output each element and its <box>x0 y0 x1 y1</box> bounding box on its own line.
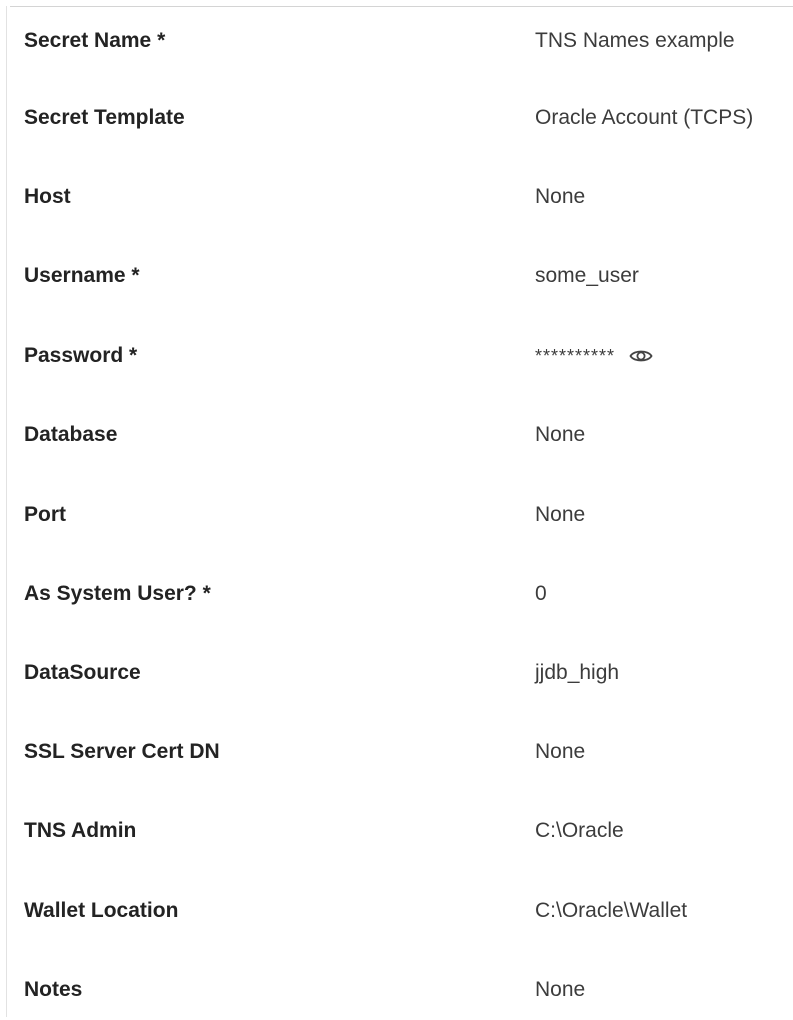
field-value-password: ********** <box>535 326 653 386</box>
field-row-datasource: DataSource jjdb_high <box>0 643 793 703</box>
field-label-ssl-server-cert-dn: SSL Server Cert DN <box>24 740 220 763</box>
field-row-ssl-server-cert-dn: SSL Server Cert DN None <box>0 722 793 782</box>
secret-details-panel: Secret Name * TNS Names example Secret T… <box>0 0 793 1017</box>
field-label-datasource: DataSource <box>24 661 141 684</box>
field-value-tns-admin: C:\Oracle <box>535 819 624 842</box>
field-row-notes: Notes None <box>0 960 793 1020</box>
field-label-host: Host <box>24 185 71 208</box>
field-label-username: Username * <box>24 264 140 287</box>
field-value-username: some_user <box>535 264 639 287</box>
field-label-as-system-user: As System User? * <box>24 582 211 605</box>
eye-icon[interactable] <box>629 347 653 365</box>
field-row-host: Host None <box>0 167 793 227</box>
field-row-secret-template: Secret Template Oracle Account (TCPS) <box>0 88 793 148</box>
field-row-port: Port None <box>0 485 793 545</box>
field-row-database: Database None <box>0 405 793 465</box>
field-label-wallet-location: Wallet Location <box>24 899 179 922</box>
field-value-secret-name: TNS Names example <box>535 29 735 52</box>
field-label-notes: Notes <box>24 978 83 1001</box>
field-row-username: Username * some_user <box>0 246 793 306</box>
password-mask: ********** <box>535 346 616 366</box>
field-value-database: None <box>535 423 586 446</box>
field-value-datasource: jjdb_high <box>535 661 620 684</box>
field-label-tns-admin: TNS Admin <box>24 819 137 842</box>
field-row-wallet-location: Wallet Location C:\Oracle\Wallet <box>0 881 793 941</box>
field-label-password: Password * <box>24 344 138 367</box>
field-row-as-system-user: As System User? * 0 <box>0 564 793 624</box>
field-value-secret-template: Oracle Account (TCPS) <box>535 106 754 129</box>
field-value-notes: None <box>535 978 586 1001</box>
field-value-port: None <box>535 503 586 526</box>
field-row-password: Password * ********** <box>0 326 793 386</box>
field-value-host: None <box>535 185 586 208</box>
field-value-wallet-location: C:\Oracle\Wallet <box>535 899 688 922</box>
field-label-database: Database <box>24 423 118 446</box>
field-value-ssl-server-cert-dn: None <box>535 740 586 763</box>
field-row-secret-name: Secret Name * TNS Names example <box>0 11 793 71</box>
field-value-as-system-user: 0 <box>535 582 547 605</box>
field-label-port: Port <box>24 503 66 526</box>
field-label-secret-name: Secret Name * <box>24 29 166 52</box>
field-label-secret-template: Secret Template <box>24 106 185 129</box>
field-row-tns-admin: TNS Admin C:\Oracle <box>0 801 793 861</box>
